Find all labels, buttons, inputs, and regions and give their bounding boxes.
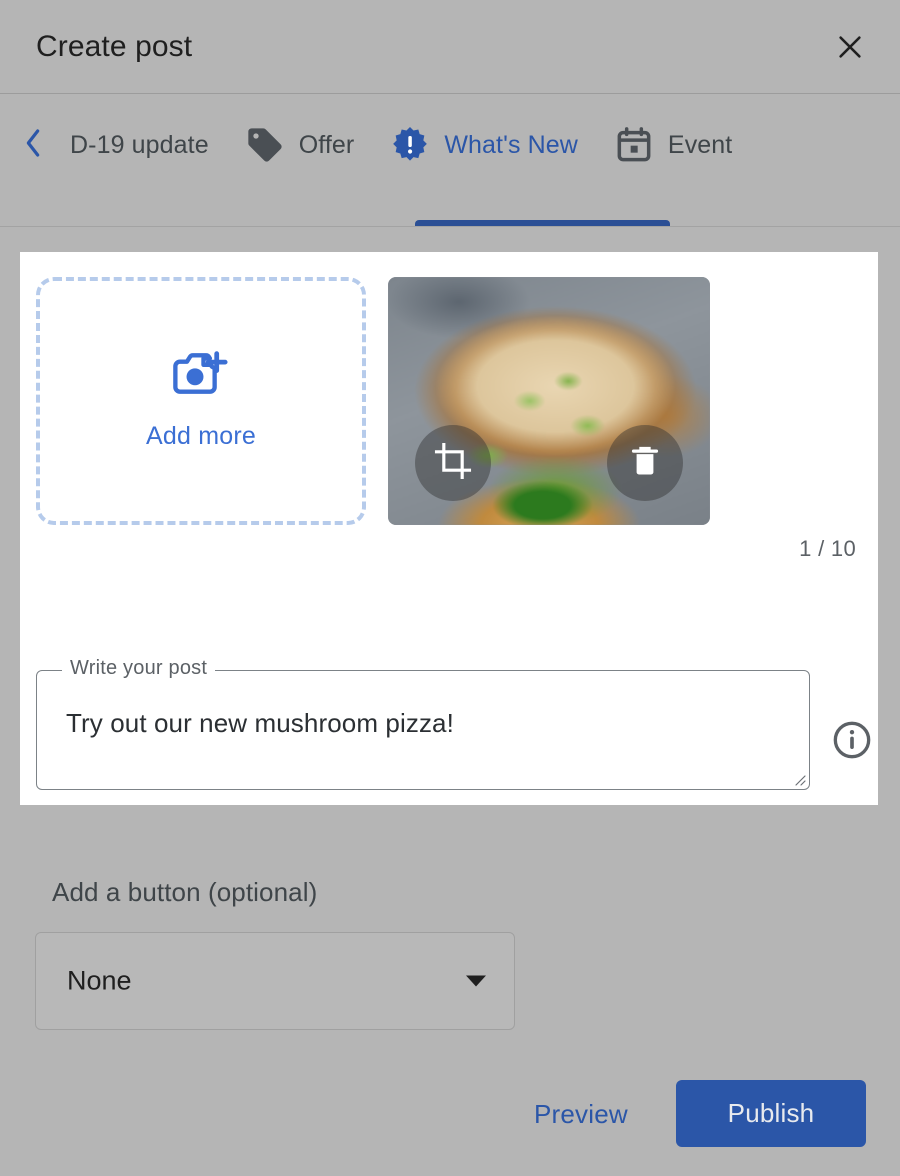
tab-label: Offer [299,131,355,160]
preview-button[interactable]: Preview [524,1093,638,1136]
tabs-divider [0,226,900,227]
create-post-dialog: Create post D-19 update [0,0,900,1176]
tabs-scroll-left-button[interactable] [22,127,44,164]
crop-icon [434,442,472,485]
tab-whats-new[interactable]: What's New [372,95,596,195]
badge-exclamation-icon [390,125,430,165]
resize-handle[interactable] [790,770,806,786]
calendar-icon [614,125,654,165]
tab-covid-19-update[interactable]: D-19 update [52,95,227,195]
dialog-header: Create post [0,0,900,94]
info-button[interactable] [832,720,872,760]
add-button-label: Add a button (optional) [52,877,317,908]
tab-label: Event [668,131,732,160]
add-more-label: Add more [146,422,256,451]
crop-button[interactable] [415,425,491,501]
tab-label: What's New [444,131,578,160]
thumbnail-actions [388,277,710,525]
post-text-field-label: Write your post [62,657,215,680]
media-thumbnail[interactable] [388,277,710,525]
page-title: Create post [36,30,192,64]
chevron-left-icon [22,127,44,164]
chevron-down-icon [466,976,486,987]
camera-plus-icon [170,351,232,408]
tab-label: D-19 update [70,131,209,160]
trash-icon [627,443,663,484]
close-icon [835,32,865,62]
post-content-card: Add more [20,252,878,805]
media-counter: 1 / 10 [799,536,856,562]
post-text-value[interactable]: Try out our new mushroom pizza! [66,708,454,739]
tag-icon [245,125,285,165]
button-type-select[interactable]: None [35,932,515,1030]
delete-button[interactable] [607,425,683,501]
tab-offer[interactable]: Offer [227,95,373,195]
add-more-button[interactable]: Add more [36,277,366,525]
close-button[interactable] [826,23,874,71]
button-type-selected-value: None [67,966,132,997]
media-row: Add more [36,277,710,525]
post-type-tabs: D-19 update Offer [0,95,900,227]
tab-event[interactable]: Event [596,95,750,195]
post-text-field[interactable]: Write your post Try out our new mushroom… [36,670,810,790]
publish-button[interactable]: Publish [676,1080,866,1147]
